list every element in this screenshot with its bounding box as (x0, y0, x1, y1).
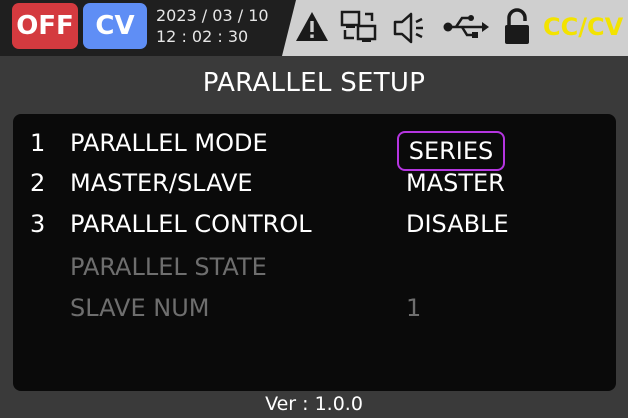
date-text: 2023 / 03 / 10 (156, 6, 269, 25)
lock-icon (505, 8, 529, 44)
mode-badge[interactable]: CV (83, 3, 147, 49)
setting-label: SLAVE NUM (70, 294, 210, 322)
regulation-mode-indicator: CC/CV (543, 13, 624, 41)
setting-row-parallel-mode[interactable]: 1 PARALLEL MODE SERIES (13, 125, 616, 171)
network-icon (340, 10, 377, 42)
setting-row-master-slave[interactable]: 2 MASTER/SLAVE MASTER (13, 165, 616, 201)
setting-label: MASTER/SLAVE (70, 169, 253, 197)
setting-row-parallel-state: PARALLEL STATE (13, 249, 616, 285)
settings-panel: 1 PARALLEL MODE SERIES 2 MASTER/SLAVE MA… (13, 114, 616, 391)
setting-number: 3 (30, 210, 46, 238)
datetime: 2023 / 03 / 10 12 : 02 : 30 (156, 5, 286, 47)
usb-icon (443, 15, 489, 38)
warning-icon (296, 12, 328, 41)
master-slave-value[interactable]: MASTER (406, 165, 505, 201)
setting-row-slave-num: SLAVE NUM 1 (13, 290, 616, 326)
setting-row-parallel-control[interactable]: 3 PARALLEL CONTROL DISABLE (13, 206, 616, 242)
page-title: PARALLEL SETUP (202, 68, 426, 98)
output-state-badge[interactable]: OFF (12, 3, 78, 49)
setting-label: PARALLEL STATE (70, 253, 267, 281)
version-text: Ver : 1.0.0 (265, 393, 363, 415)
setting-number: 1 (30, 129, 46, 157)
parallel-control-value[interactable]: DISABLE (406, 206, 509, 242)
slave-num-value: 1 (406, 294, 422, 322)
setting-number: 2 (30, 169, 46, 197)
speaker-icon (393, 12, 423, 44)
setting-label: PARALLEL MODE (70, 129, 268, 157)
setting-label: PARALLEL CONTROL (70, 210, 312, 238)
status-bar: OFF CV 2023 / 03 / 10 12 : 02 : 30 CC/CV (0, 0, 628, 56)
time-text: 12 : 02 : 30 (156, 27, 249, 46)
